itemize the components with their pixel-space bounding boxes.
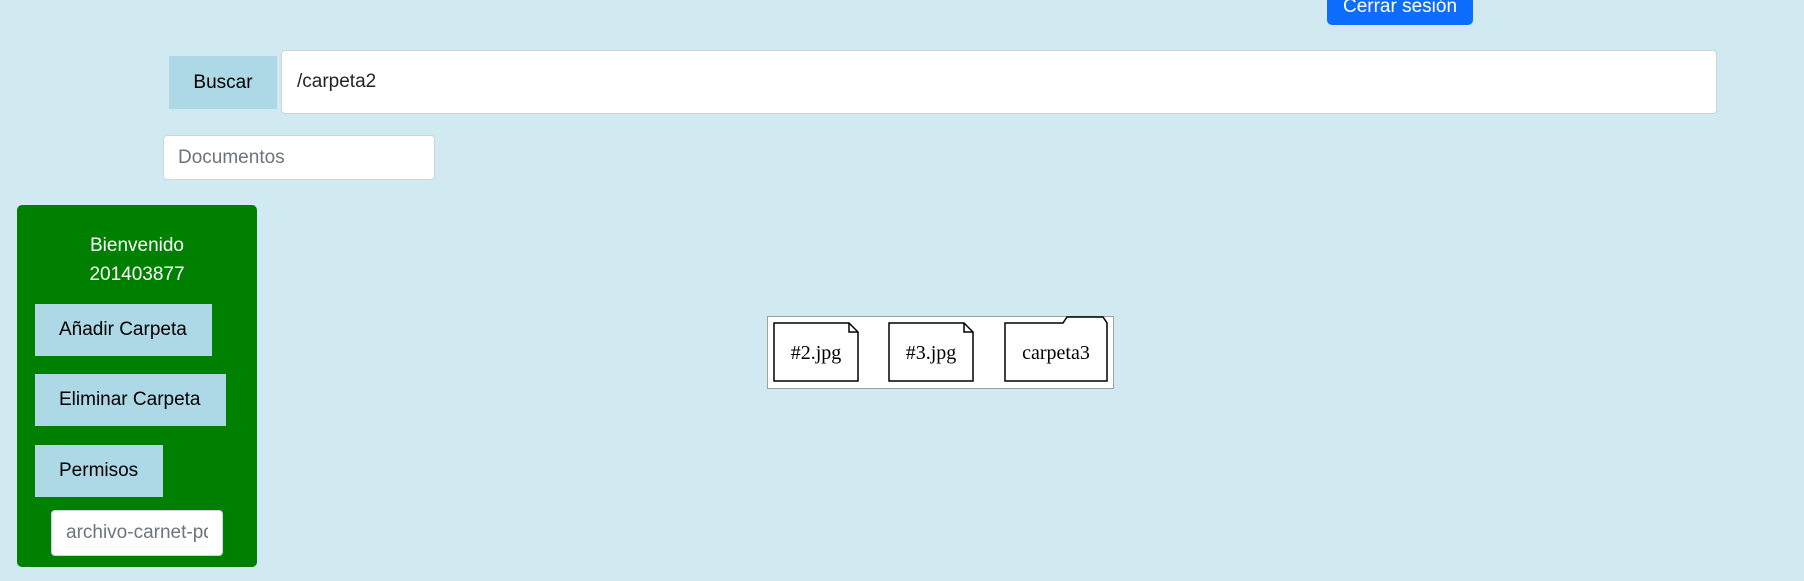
documents-input[interactable]	[163, 135, 435, 180]
file-node[interactable]: #3.jpg	[888, 322, 974, 382]
welcome-text: Bienvenido 201403877	[17, 231, 257, 289]
welcome-label: Bienvenido	[89, 235, 185, 256]
file-name-input[interactable]	[51, 510, 223, 556]
sidebar: Bienvenido 201403877 Añadir Carpeta Elim…	[17, 205, 257, 567]
search-button[interactable]: Buscar	[169, 56, 277, 109]
file-node-label: #2.jpg	[791, 342, 842, 364]
add-folder-button[interactable]: Añadir Carpeta	[35, 304, 212, 356]
user-id: 201403877	[89, 264, 185, 285]
file-node[interactable]: #2.jpg	[773, 322, 859, 382]
delete-folder-button[interactable]: Eliminar Carpeta	[35, 374, 226, 426]
folder-node[interactable]: carpeta3	[1004, 316, 1108, 382]
folder-node-label: carpeta3	[1022, 342, 1090, 364]
file-node-label: #3.jpg	[906, 342, 957, 364]
path-input[interactable]	[281, 50, 1717, 114]
folder-graph: #2.jpg #3.jpg carpeta3	[767, 316, 1114, 389]
permissions-button[interactable]: Permisos	[35, 445, 163, 497]
logout-button[interactable]: Cerrar sesión	[1327, 0, 1473, 25]
